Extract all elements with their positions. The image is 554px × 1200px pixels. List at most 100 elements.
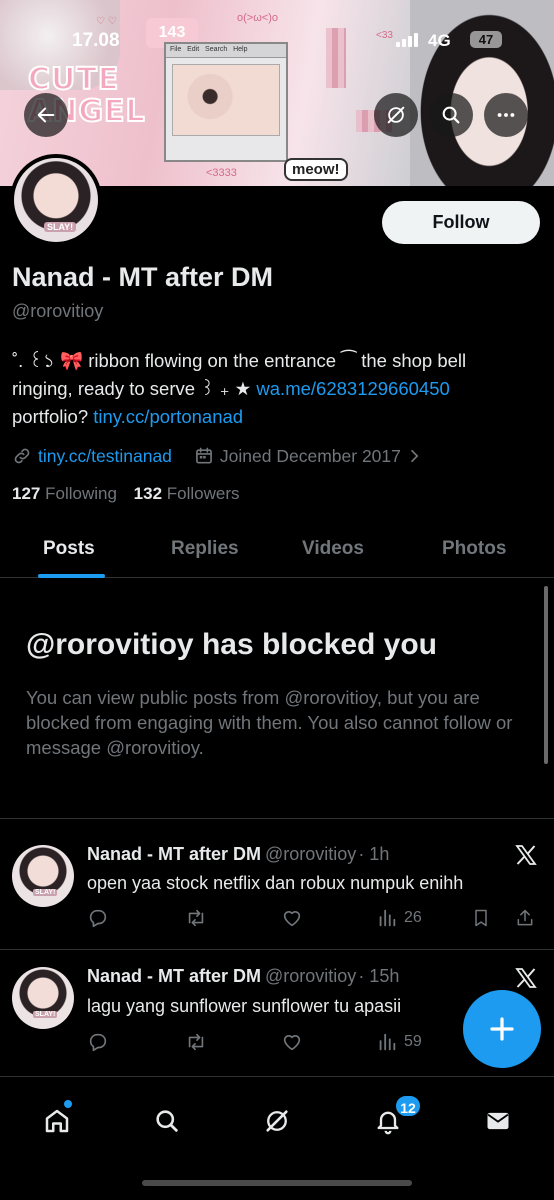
x-logo-icon xyxy=(515,845,537,865)
battery-icon: 47 xyxy=(470,31,502,48)
home-icon xyxy=(45,1109,69,1133)
tab-videos[interactable]: Videos xyxy=(302,538,364,560)
more-button[interactable] xyxy=(484,93,528,137)
followers-link[interactable]: 132 Followers xyxy=(134,484,240,503)
home-indicator[interactable] xyxy=(142,1180,412,1186)
repost-icon xyxy=(188,909,204,927)
signal-icon xyxy=(396,33,418,47)
tab-posts[interactable]: Posts xyxy=(43,538,95,560)
repost-icon xyxy=(188,1033,204,1051)
scrollbar[interactable] xyxy=(544,586,548,764)
search-button[interactable] xyxy=(429,93,473,137)
nav-messages[interactable] xyxy=(478,1103,518,1139)
profile-tabs: Posts Replies Videos Photos xyxy=(0,520,554,578)
repost-button[interactable] xyxy=(184,907,208,929)
banner-meow-text: meow! xyxy=(284,158,348,181)
bio-whatsapp-link[interactable]: wa.me/6283129660450 xyxy=(256,378,449,399)
bio-text: ringing, ready to serve ꒱ ₊ ★ xyxy=(12,378,257,399)
nav-grok[interactable] xyxy=(257,1103,297,1139)
calendar-icon xyxy=(196,447,212,464)
following-label: Following xyxy=(45,484,117,503)
post-time: · 15h xyxy=(358,966,400,986)
grok-button[interactable] xyxy=(374,93,418,137)
banner-face-text: o(>ω<)o xyxy=(237,12,278,24)
active-tab-indicator xyxy=(38,574,105,578)
reply-button[interactable] xyxy=(87,907,109,929)
share-button[interactable] xyxy=(515,907,535,929)
banner-cute-text: CUTE xyxy=(27,62,120,97)
bio-text: portfolio? xyxy=(12,406,94,427)
post-author-handle: @rorovitioy xyxy=(265,844,357,864)
post[interactable]: SLAY! Nanad - MT after DM @rorovitioy · 1h… xyxy=(0,819,554,949)
back-button[interactable] xyxy=(24,93,68,137)
blocked-description: You can view public posts from @roroviti… xyxy=(26,687,513,758)
post-time: · 1h xyxy=(358,844,390,864)
notification-badge: 12 xyxy=(394,1094,422,1118)
nav-search[interactable] xyxy=(147,1103,187,1139)
follow-stats: 127 Following 132 Followers xyxy=(12,484,240,504)
following-count: 127 xyxy=(12,484,41,503)
display-name: Nanad - MT after DM xyxy=(12,262,274,292)
x-logo-icon xyxy=(515,968,537,988)
avatar-tag: SLAY! xyxy=(44,222,77,232)
profile-meta: tiny.cc/testinanad Joined December 2017 xyxy=(12,443,423,469)
bookmark-button[interactable] xyxy=(471,907,491,929)
tab-replies[interactable]: Replies xyxy=(171,538,239,560)
views-count: 26 xyxy=(404,909,422,926)
like-button[interactable] xyxy=(281,1031,303,1053)
search-icon xyxy=(156,1110,178,1132)
profile-bio: ˚. ꒰১ 🎀 ribbon flowing on the entrance ⁀… xyxy=(12,347,542,431)
reply-button[interactable] xyxy=(87,1031,109,1053)
grok-icon xyxy=(266,1110,288,1132)
mail-icon xyxy=(487,1112,509,1130)
plus-icon xyxy=(490,1017,514,1041)
follow-button[interactable]: Follow xyxy=(382,201,540,244)
back-arrow-icon xyxy=(37,107,55,123)
views-button[interactable]: 26 xyxy=(376,907,422,929)
blocked-title: @rorovitioy has blocked you xyxy=(26,628,438,661)
avatar-tag: SLAY! xyxy=(33,889,58,896)
status-time: 17.08 xyxy=(72,30,120,51)
like-button[interactable] xyxy=(281,907,303,929)
compose-button[interactable] xyxy=(463,990,541,1068)
bio-line: ˚. ꒰১ 🎀 ribbon flowing on the entrance ⁀… xyxy=(12,350,467,371)
website-link[interactable]: tiny.cc/testinanad xyxy=(38,446,172,467)
search-icon xyxy=(442,106,460,124)
grok-icon xyxy=(387,106,405,124)
post-author-name[interactable]: Nanad - MT after DM xyxy=(87,966,261,986)
bio-portfolio-link[interactable]: tiny.cc/portonanad xyxy=(93,406,243,427)
views-button[interactable]: 59 xyxy=(376,1031,422,1053)
nav-home[interactable] xyxy=(37,1103,77,1139)
tab-photos[interactable]: Photos xyxy=(442,538,506,560)
followers-label: Followers xyxy=(166,484,240,503)
more-dots-icon xyxy=(497,113,515,117)
post-header: Nanad - MT after DM @rorovitioy · 15h xyxy=(87,966,399,987)
avatar-tag: SLAY! xyxy=(33,1011,58,1018)
chevron-right-icon xyxy=(411,449,419,463)
joined-date[interactable]: Joined December 2017 xyxy=(220,446,401,467)
home-unread-dot xyxy=(64,1100,72,1108)
bio-line: ringing, ready to serve ꒱ ₊ ★ wa.me/6283… xyxy=(12,375,542,403)
post-text: lagu yang sunflower sunflower tu apasii xyxy=(87,996,402,1016)
network-type: 4G xyxy=(428,31,451,50)
post-avatar[interactable]: SLAY! xyxy=(12,967,74,1029)
bio-line: portfolio? tiny.cc/portonanad xyxy=(12,403,542,431)
repost-button[interactable] xyxy=(184,1031,208,1053)
bookmark-icon xyxy=(475,909,487,927)
banner-text-3333: <3333 xyxy=(206,167,237,179)
battery-level: 47 xyxy=(478,32,494,47)
post-actions: 26 xyxy=(87,905,537,933)
post-avatar[interactable]: SLAY! xyxy=(12,845,74,907)
post-author-handle: @rorovitioy xyxy=(265,966,357,986)
profile-avatar[interactable]: SLAY! xyxy=(10,154,102,246)
views-icon xyxy=(379,909,396,927)
status-bar: 17.08 4G 47 xyxy=(0,24,554,64)
profile-handle: @rorovitioy xyxy=(12,301,104,321)
following-link[interactable]: 127 Following xyxy=(12,484,117,503)
heart-icon xyxy=(283,911,301,927)
post-header: Nanad - MT after DM @rorovitioy · 1h xyxy=(87,844,389,865)
reply-icon xyxy=(89,1033,107,1052)
post-author-name[interactable]: Nanad - MT after DM xyxy=(87,844,261,864)
views-count: 59 xyxy=(404,1033,422,1050)
share-icon xyxy=(517,909,533,926)
